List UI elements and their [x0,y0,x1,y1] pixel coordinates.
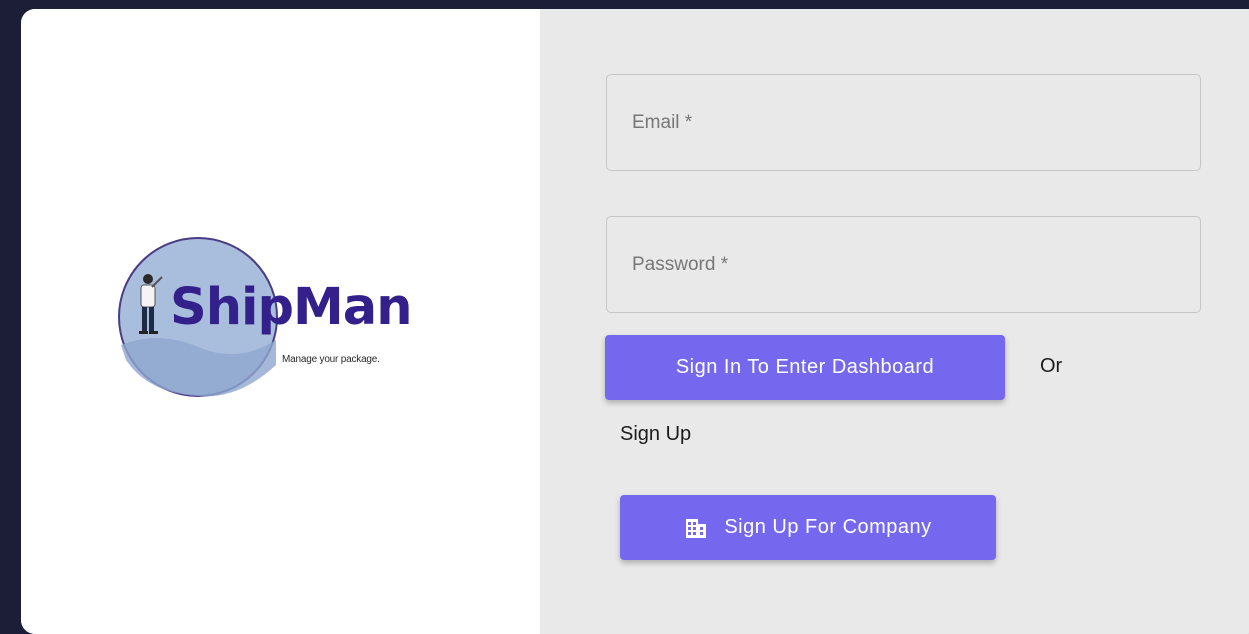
shipman-logo: ShipMan Manage your package. [118,235,458,405]
login-card: ShipMan Manage your package. Email * Pas… [21,9,1249,634]
sign-up-company-label: Sign Up For Company [724,516,932,538]
logo-wordmark: ShipMan [170,278,413,337]
sign-up-company-button[interactable]: Sign Up For Company [620,495,996,560]
password-field-label: Password * [632,253,729,275]
brand-panel: ShipMan Manage your package. [21,9,540,634]
form-panel: Email * Password * Sign In To Enter Dash… [540,9,1249,634]
sign-up-heading: Sign Up [620,423,692,445]
email-field-label: Email * [632,111,693,133]
sign-in-button[interactable]: Sign In To Enter Dashboard [605,335,1005,400]
building-icon [684,516,708,540]
password-field[interactable]: Password * [606,216,1201,313]
email-field[interactable]: Email * [606,74,1201,171]
logo-tagline: Manage your package. [282,354,380,365]
or-divider-text: Or [1040,355,1063,377]
